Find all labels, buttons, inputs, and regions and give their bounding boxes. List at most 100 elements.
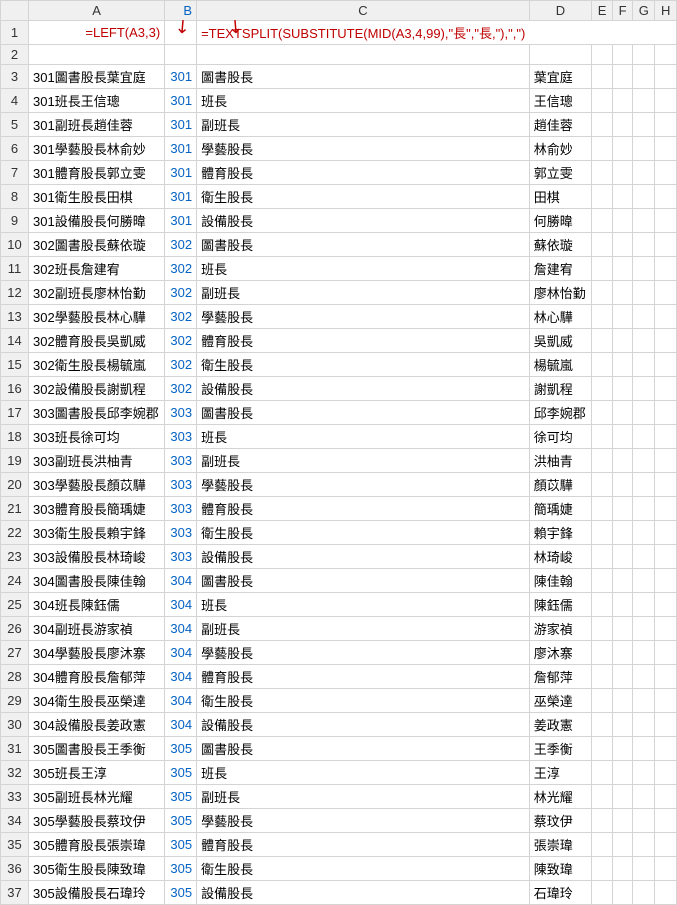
row-header[interactable]: 30 bbox=[1, 713, 29, 737]
cell-classnum[interactable]: 303 bbox=[165, 449, 197, 473]
row-header[interactable]: 14 bbox=[1, 329, 29, 353]
cell-source[interactable]: 302設備股長謝凱程 bbox=[29, 377, 165, 401]
cell-source[interactable]: 305副班長林光耀 bbox=[29, 785, 165, 809]
cell-classnum[interactable]: 304 bbox=[165, 617, 197, 641]
cell-classnum[interactable]: 304 bbox=[165, 593, 197, 617]
cell-source[interactable]: 305設備股長石瑋玲 bbox=[29, 881, 165, 905]
cell-name[interactable]: 簡瑀婕 bbox=[529, 497, 591, 521]
cell-classnum[interactable]: 305 bbox=[165, 809, 197, 833]
cell-name[interactable]: 姜政憲 bbox=[529, 713, 591, 737]
row-header[interactable]: 20 bbox=[1, 473, 29, 497]
cell-classnum[interactable]: 304 bbox=[165, 713, 197, 737]
cell-classnum[interactable]: 303 bbox=[165, 473, 197, 497]
cell-classnum[interactable]: 304 bbox=[165, 641, 197, 665]
cell-name[interactable]: 蔡玟伊 bbox=[529, 809, 591, 833]
cell-source[interactable]: 301圖書股長葉宜庭 bbox=[29, 65, 165, 89]
cell-source[interactable]: 303副班長洪柚青 bbox=[29, 449, 165, 473]
cell-name[interactable]: 葉宜庭 bbox=[529, 65, 591, 89]
row-header[interactable]: 36 bbox=[1, 857, 29, 881]
cell-source[interactable]: 305班長王淳 bbox=[29, 761, 165, 785]
cell-name[interactable]: 田棋 bbox=[529, 185, 591, 209]
row-header[interactable]: 31 bbox=[1, 737, 29, 761]
cell-name[interactable]: 趙佳蓉 bbox=[529, 113, 591, 137]
cell-source[interactable]: 302衛生股長楊毓嵐 bbox=[29, 353, 165, 377]
cell-role[interactable]: 副班長 bbox=[197, 785, 530, 809]
cell-role[interactable]: 衛生股長 bbox=[197, 521, 530, 545]
cell-source[interactable]: 305圖書股長王季衡 bbox=[29, 737, 165, 761]
row-header[interactable]: 21 bbox=[1, 497, 29, 521]
cell-role[interactable]: 衛生股長 bbox=[197, 857, 530, 881]
row-header[interactable]: 25 bbox=[1, 593, 29, 617]
cell-source[interactable]: 302體育股長吳凱威 bbox=[29, 329, 165, 353]
cell-role[interactable]: 圖書股長 bbox=[197, 737, 530, 761]
cell-classnum[interactable]: 301 bbox=[165, 161, 197, 185]
cell-role[interactable]: 圖書股長 bbox=[197, 569, 530, 593]
col-header-E[interactable]: E bbox=[592, 1, 613, 21]
cell-classnum[interactable]: 305 bbox=[165, 761, 197, 785]
cell-source[interactable]: 302班長詹建宥 bbox=[29, 257, 165, 281]
cell-role[interactable]: 學藝股長 bbox=[197, 305, 530, 329]
cell-source[interactable]: 302副班長廖林怡勤 bbox=[29, 281, 165, 305]
cell-source[interactable]: 304設備股長姜政憲 bbox=[29, 713, 165, 737]
cell-source[interactable]: 301體育股長郭立雯 bbox=[29, 161, 165, 185]
cell-name[interactable]: 邱李婉郡 bbox=[529, 401, 591, 425]
row-header[interactable]: 22 bbox=[1, 521, 29, 545]
cell-role[interactable]: 學藝股長 bbox=[197, 137, 530, 161]
col-header-D[interactable]: D bbox=[529, 1, 591, 21]
cell-role[interactable]: 班長 bbox=[197, 257, 530, 281]
row-header[interactable]: 10 bbox=[1, 233, 29, 257]
cell-name[interactable]: 廖林怡勤 bbox=[529, 281, 591, 305]
row-header[interactable]: 28 bbox=[1, 665, 29, 689]
cell-role[interactable]: 設備股長 bbox=[197, 209, 530, 233]
cell-classnum[interactable]: 301 bbox=[165, 89, 197, 113]
cell-name[interactable]: 巫榮達 bbox=[529, 689, 591, 713]
cell-name[interactable]: 郭立雯 bbox=[529, 161, 591, 185]
formula-left-cell[interactable]: =LEFT(A3,3) bbox=[29, 21, 165, 45]
cell-classnum[interactable]: 302 bbox=[165, 329, 197, 353]
spreadsheet-grid[interactable]: A B C D E F G H 1 =LEFT(A3,3) =TEXTSPLIT… bbox=[0, 0, 677, 905]
row-header[interactable]: 6 bbox=[1, 137, 29, 161]
cell-classnum[interactable]: 304 bbox=[165, 665, 197, 689]
cell-name[interactable]: 何勝暐 bbox=[529, 209, 591, 233]
col-header-C[interactable]: C bbox=[197, 1, 530, 21]
row-header[interactable]: 5 bbox=[1, 113, 29, 137]
cell-name[interactable]: 林俞妙 bbox=[529, 137, 591, 161]
cell-name[interactable]: 廖沐寨 bbox=[529, 641, 591, 665]
cell-source[interactable]: 303體育股長簡瑀婕 bbox=[29, 497, 165, 521]
row-header[interactable]: 9 bbox=[1, 209, 29, 233]
cell-source[interactable]: 304副班長游家禎 bbox=[29, 617, 165, 641]
cell-role[interactable]: 體育股長 bbox=[197, 665, 530, 689]
cell-classnum[interactable]: 303 bbox=[165, 425, 197, 449]
cell-classnum[interactable]: 304 bbox=[165, 689, 197, 713]
cell-name[interactable]: 王淳 bbox=[529, 761, 591, 785]
cell-classnum[interactable]: 305 bbox=[165, 785, 197, 809]
cell-classnum[interactable]: 302 bbox=[165, 257, 197, 281]
cell-source[interactable]: 301班長王信璁 bbox=[29, 89, 165, 113]
cell-source[interactable]: 305衛生股長陳致瑋 bbox=[29, 857, 165, 881]
row-header[interactable]: 15 bbox=[1, 353, 29, 377]
col-header-F[interactable]: F bbox=[613, 1, 633, 21]
cell-role[interactable]: 設備股長 bbox=[197, 881, 530, 905]
cell-role[interactable]: 體育股長 bbox=[197, 161, 530, 185]
row-header[interactable]: 19 bbox=[1, 449, 29, 473]
row-header[interactable]: 32 bbox=[1, 761, 29, 785]
cell-role[interactable]: 圖書股長 bbox=[197, 233, 530, 257]
row-header[interactable]: 13 bbox=[1, 305, 29, 329]
cell-source[interactable]: 302圖書股長蘇依璇 bbox=[29, 233, 165, 257]
cell-name[interactable]: 吳凱威 bbox=[529, 329, 591, 353]
cell-source[interactable]: 305學藝股長蔡玟伊 bbox=[29, 809, 165, 833]
cell-name[interactable]: 張崇瑋 bbox=[529, 833, 591, 857]
cell-source[interactable]: 301衛生股長田棋 bbox=[29, 185, 165, 209]
row-header[interactable]: 12 bbox=[1, 281, 29, 305]
cell-classnum[interactable]: 303 bbox=[165, 545, 197, 569]
cell-role[interactable]: 衛生股長 bbox=[197, 353, 530, 377]
cell-name[interactable]: 林琦峻 bbox=[529, 545, 591, 569]
row-header[interactable]: 4 bbox=[1, 89, 29, 113]
cell-classnum[interactable]: 304 bbox=[165, 569, 197, 593]
cell-classnum[interactable]: 302 bbox=[165, 353, 197, 377]
cell-role[interactable]: 圖書股長 bbox=[197, 65, 530, 89]
cell-role[interactable]: 體育股長 bbox=[197, 497, 530, 521]
cell-source[interactable]: 303設備股長林琦峻 bbox=[29, 545, 165, 569]
cell-role[interactable]: 學藝股長 bbox=[197, 809, 530, 833]
cell-name[interactable]: 王季衡 bbox=[529, 737, 591, 761]
